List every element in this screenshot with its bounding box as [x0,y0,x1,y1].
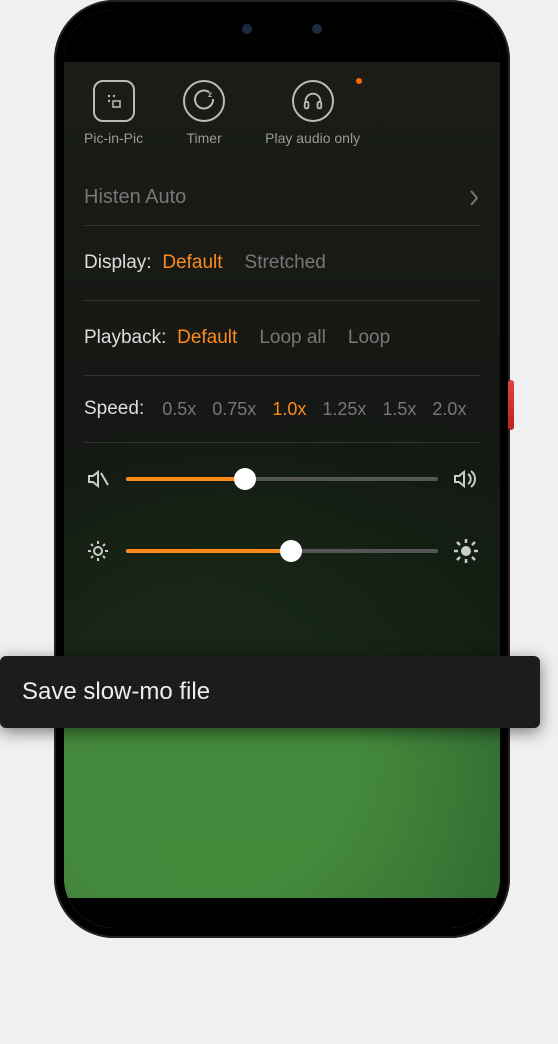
volume-slider-row [84,443,480,515]
volume-max-icon[interactable] [452,467,480,491]
brightness-high-icon[interactable] [452,538,480,564]
speed-opts-option[interactable]: 1.0x [272,399,306,420]
power-button [508,380,514,430]
histen-row[interactable]: Histen Auto [84,170,480,226]
display-label: Display: [84,252,152,274]
display-options: Default Stretched [162,252,326,274]
speed-options: 0.5x 0.75x 1.0x 1.25x 1.5x 2.0x [162,399,466,420]
display-opts-option[interactable]: Stretched [245,252,326,274]
volume-mute-icon[interactable] [84,467,112,491]
pip-label: Pic-in-Pic [84,130,143,146]
pip-icon [93,80,135,122]
timer-button[interactable]: z Timer [183,80,225,146]
timer-label: Timer [186,130,221,146]
chevron-right-icon [468,188,480,208]
playback-opts-option[interactable]: Loop all [259,327,326,349]
brightness-slider[interactable] [126,549,438,553]
playback-opts-option[interactable]: Default [177,327,237,349]
speed-opts-option[interactable]: 1.5x [382,399,416,420]
playback-setting: Playback: Default Loop all Loop [84,301,480,376]
brightness-fill [126,549,291,553]
speed-opts-option[interactable]: 1.25x [322,399,366,420]
playback-opts-option[interactable]: Loop [348,327,390,349]
speed-setting: Speed: 0.5x 0.75x 1.0x 1.25x 1.5x 2.0x [84,376,480,443]
top-button-row: Pic-in-Pic z Timer Play audio only [84,80,480,146]
speed-label: Speed: [84,398,144,420]
screen: Pic-in-Pic z Timer Play audio only [64,10,500,928]
brightness-thumb[interactable] [280,540,302,562]
audio-only-label: Play audio only [265,130,360,146]
settings-panel: Pic-in-Pic z Timer Play audio only [64,62,500,662]
timer-icon: z [183,80,225,122]
playback-options: Default Loop all Loop [177,327,390,349]
notch [217,14,347,44]
speed-opts-option[interactable]: 0.75x [212,399,256,420]
histen-label: Histen Auto [84,186,186,209]
display-opts-option[interactable]: Default [162,252,222,274]
headphones-icon [292,80,334,122]
audio-only-button[interactable]: Play audio only [265,80,360,146]
svg-text:z: z [208,90,212,99]
brightness-slider-row [84,515,480,587]
speed-opts-option[interactable]: 2.0x [432,399,466,420]
audio-dot-indicator [356,78,362,84]
pip-button[interactable]: Pic-in-Pic [84,80,143,146]
speed-opts-option[interactable]: 0.5x [162,399,196,420]
letterbox-bottom [64,898,500,928]
brightness-low-icon[interactable] [84,539,112,563]
phone-frame: Pic-in-Pic z Timer Play audio only [54,0,510,938]
volume-slider[interactable] [126,477,438,481]
save-slowmo-toast[interactable]: Save slow-mo file [0,656,540,728]
display-setting: Display: Default Stretched [84,226,480,301]
playback-label: Playback: [84,327,166,349]
volume-fill [126,477,245,481]
volume-thumb[interactable] [234,468,256,490]
toast-text: Save slow-mo file [22,678,210,706]
